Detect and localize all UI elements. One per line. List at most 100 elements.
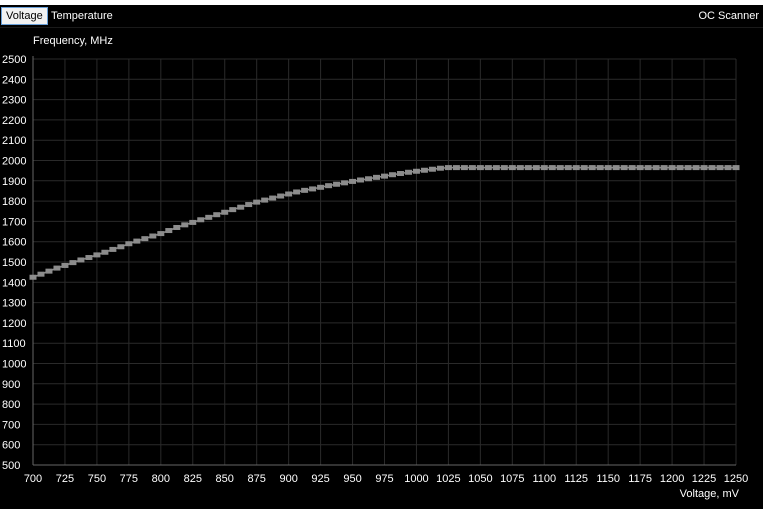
vf-curve-point — [157, 231, 165, 237]
vf-curve-point — [37, 271, 45, 277]
y-tick-label: 1700 — [2, 216, 26, 228]
vf-curve-point — [333, 181, 341, 187]
y-tick-label: 2100 — [2, 135, 26, 147]
vf-curve-point — [396, 170, 404, 176]
y-tick-label: 2000 — [2, 156, 26, 168]
vf-curve-point — [500, 165, 508, 171]
vf-curve-point — [548, 165, 556, 171]
y-tick-label: 2200 — [2, 115, 26, 127]
x-tick-label: 1100 — [532, 473, 556, 485]
vf-curve-point — [492, 165, 500, 171]
y-tick-label: 2500 — [2, 54, 26, 66]
vf-curve-point — [684, 165, 692, 171]
vf-curve-point — [189, 219, 197, 225]
vf-curve-point — [428, 166, 436, 172]
vf-curve-point — [149, 233, 157, 239]
vf-curve-point — [532, 165, 540, 171]
vf-curve-point — [261, 197, 269, 203]
y-tick-label: 1200 — [2, 318, 26, 330]
x-tick-label: 1200 — [660, 473, 684, 485]
vf-curve-point — [93, 252, 101, 258]
y-tick-label: 1400 — [2, 277, 26, 289]
vf-curve-point — [732, 165, 740, 171]
vf-curve-point — [708, 165, 716, 171]
x-tick-label: 1250 — [724, 473, 748, 485]
vf-curve-point — [436, 165, 444, 171]
vf-curve-point — [221, 209, 229, 215]
vf-curve-point — [125, 241, 133, 247]
vf-curve-point — [628, 165, 636, 171]
vf-curve-point — [668, 165, 676, 171]
vf-curve-point — [285, 191, 293, 197]
vf-curve-point — [269, 195, 277, 201]
x-tick-label: 1025 — [436, 473, 460, 485]
x-tick-label: 1000 — [404, 473, 428, 485]
vf-curve-point — [692, 165, 700, 171]
x-tick-label: 1175 — [628, 473, 652, 485]
vf-curve-point — [229, 207, 237, 213]
vf-curve-point — [636, 165, 644, 171]
vf-curve-point — [484, 165, 492, 171]
vf-curve-point — [165, 228, 173, 234]
vf-curve-point — [301, 187, 309, 193]
vf-curve-point — [388, 172, 396, 178]
vf-curve-point — [556, 165, 564, 171]
vf-curve-point — [197, 217, 205, 223]
x-tick-label: 1075 — [500, 473, 524, 485]
vf-curve-point — [604, 165, 612, 171]
vf-curve-point — [404, 169, 412, 175]
vf-curve-point — [181, 222, 189, 228]
x-tick-label: 1050 — [468, 473, 492, 485]
vf-curve-point — [572, 165, 580, 171]
vf-curve-point — [341, 180, 349, 186]
x-tick-label: 1125 — [564, 473, 588, 485]
x-tick-label: 825 — [184, 473, 202, 485]
vf-curve-point — [588, 165, 596, 171]
vf-curve-point — [141, 236, 149, 242]
vf-curve-point — [293, 189, 301, 195]
vf-curve-point — [45, 268, 53, 274]
vf-curve-point — [213, 212, 221, 218]
vf-curve-point — [277, 193, 285, 199]
x-tick-label: 975 — [375, 473, 393, 485]
x-tick-label: 750 — [88, 473, 106, 485]
x-tick-label: 700 — [24, 473, 42, 485]
vf-curve-point — [476, 165, 484, 171]
vf-curve-point — [620, 165, 628, 171]
vf-curve-point — [349, 178, 357, 184]
vf-curve-point — [644, 165, 652, 171]
vf-curve-point — [381, 173, 388, 179]
vf-curve-point — [205, 214, 213, 220]
x-tick-label: 925 — [311, 473, 329, 485]
y-tick-label: 600 — [2, 440, 20, 452]
vf-curve-point — [452, 165, 460, 171]
x-tick-label: 1150 — [596, 473, 620, 485]
y-tick-label: 1500 — [2, 257, 26, 269]
x-tick-label: 800 — [152, 473, 170, 485]
vf-curve-point — [444, 165, 452, 171]
vf-curve-point — [612, 165, 620, 171]
vf-curve-point — [676, 165, 684, 171]
y-tick-label: 1300 — [2, 298, 26, 310]
y-tick-label: 500 — [2, 460, 20, 472]
vf-curve-point — [109, 246, 117, 252]
vf-curve-point — [253, 199, 261, 205]
x-tick-label: 950 — [343, 473, 361, 485]
vf-curve-point — [237, 204, 245, 210]
vf-curve-point — [29, 274, 37, 280]
y-tick-label: 2300 — [2, 95, 26, 107]
vf-curve-point — [309, 186, 317, 192]
x-tick-label: 875 — [248, 473, 266, 485]
voltage-frequency-chart[interactable]: 500 600 700 800 900 1000 1100 1200 1300 1400 1500 1… — [0, 0, 763, 509]
y-tick-label: 900 — [2, 379, 20, 391]
vf-curve-point — [540, 165, 548, 171]
vf-curve-point — [412, 168, 420, 174]
vf-curve-point — [524, 165, 532, 171]
vf-curve-point — [420, 167, 428, 173]
vf-curve-point — [317, 184, 325, 190]
vf-curve-point — [133, 238, 141, 244]
x-tick-label: 725 — [56, 473, 74, 485]
y-tick-label: 800 — [2, 399, 20, 411]
vf-curve-point — [460, 165, 468, 171]
vf-curve-point — [724, 165, 732, 171]
